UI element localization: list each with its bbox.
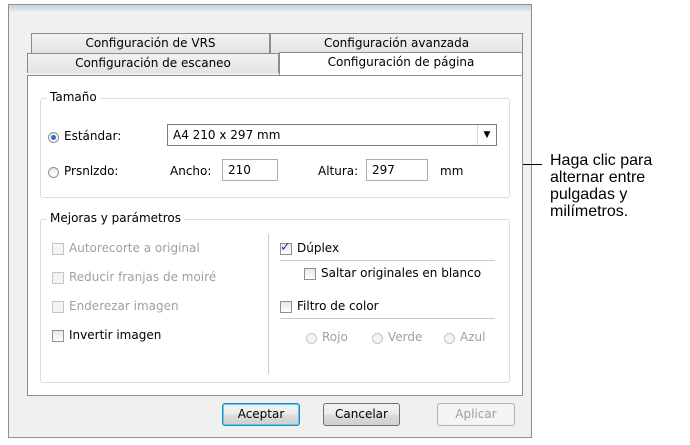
color-filter-separator: [280, 318, 495, 319]
callout-line-2: alternar entre: [550, 169, 646, 186]
page-settings-dialog: Configuración de VRS Configuración avanz…: [8, 4, 532, 438]
tab-scan-settings[interactable]: Configuración de escaneo: [27, 53, 279, 73]
size-group-title: Tamaño: [47, 90, 100, 104]
deskew-label: Enderezar imagen: [69, 299, 179, 313]
moire-checkbox[interactable]: [52, 272, 64, 284]
callout-line-1: Haga clic para: [550, 152, 653, 169]
color-filter-label: Filtro de color: [297, 299, 379, 313]
tab-page-settings[interactable]: Configuración de página: [279, 52, 523, 75]
skip-blank-checkbox[interactable]: [304, 268, 316, 280]
color-red-label: Rojo: [322, 330, 348, 344]
apply-button: Aplicar: [437, 403, 515, 426]
color-red-radio[interactable]: [306, 333, 317, 344]
autocrop-label: Autorecorte a original: [69, 241, 200, 255]
color-green-label: Verde: [388, 330, 423, 344]
color-blue-radio[interactable]: [444, 333, 455, 344]
autocrop-checkbox[interactable]: [52, 243, 64, 255]
color-green-radio[interactable]: [372, 333, 383, 344]
duplex-separator: [280, 260, 495, 261]
tab-panel: Tamaño Estándar: A4 210 x 297 mm ▼ Prsnl…: [27, 75, 523, 396]
standard-size-select[interactable]: A4 210 x 297 mm ▼: [167, 124, 497, 146]
color-blue-label: Azul: [460, 330, 486, 344]
ok-button[interactable]: Aceptar: [222, 403, 300, 426]
tab-advanced-settings[interactable]: Configuración avanzada: [270, 33, 523, 53]
tab-vrs-settings[interactable]: Configuración de VRS: [31, 33, 270, 53]
callout-annotation: Haga clic para alternar entre pulgadas y…: [550, 152, 652, 220]
skip-blank-label: Saltar originales en blanco: [321, 266, 482, 280]
color-filter-checkbox[interactable]: [280, 301, 292, 313]
deskew-checkbox[interactable]: [52, 301, 64, 313]
moire-label: Reducir franjas de moiré: [69, 270, 217, 284]
chevron-down-icon[interactable]: ▼: [477, 125, 496, 145]
callout-line-3: pulgadas y: [550, 186, 628, 203]
standard-size-label: Estándar:: [64, 129, 122, 143]
height-field[interactable]: 297: [366, 159, 428, 181]
cancel-button[interactable]: Cancelar: [323, 403, 400, 426]
size-group: [40, 98, 510, 198]
checkmark-icon: ✓: [280, 240, 291, 255]
standard-size-value: A4 210 x 297 mm: [173, 128, 281, 142]
group-separator: [268, 234, 269, 374]
standard-size-radio[interactable]: [48, 132, 59, 143]
invert-image-label: Invertir imagen: [69, 328, 162, 342]
duplex-label: Dúplex: [297, 241, 340, 255]
height-label: Altura:: [318, 164, 359, 178]
duplex-checkbox[interactable]: ✓: [280, 240, 292, 255]
enhancements-group-title: Mejoras y parámetros: [47, 211, 184, 225]
width-label: Ancho:: [170, 164, 212, 178]
unit-label[interactable]: mm: [440, 164, 463, 178]
custom-size-radio[interactable]: [48, 167, 59, 178]
invert-image-checkbox[interactable]: [52, 330, 64, 342]
custom-size-label: Prsnlzdo:: [64, 164, 119, 178]
callout-line-4: milímetros.: [550, 203, 629, 220]
width-field[interactable]: 210: [222, 159, 278, 181]
